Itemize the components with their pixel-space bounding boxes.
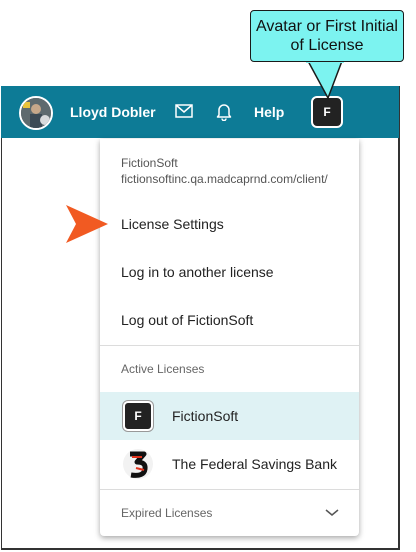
expired-licenses-label: Expired Licenses: [121, 506, 213, 520]
mail-icon[interactable]: [175, 103, 193, 119]
user-name[interactable]: Lloyd Dobler: [70, 104, 156, 120]
callout-box: Avatar or First Initial of License: [250, 10, 404, 62]
help-link[interactable]: Help: [254, 104, 284, 120]
federal-savings-logo-icon: [123, 449, 153, 479]
frame-border-right: [398, 86, 400, 549]
callout-line-2: of License: [290, 37, 364, 54]
license-name: FictionSoft: [172, 408, 239, 424]
license-row-fictionsoft[interactable]: F FictionSoft: [100, 392, 359, 440]
license-row-federal-savings[interactable]: The Federal Savings Bank: [100, 440, 359, 488]
callout-line-1: Avatar or First Initial: [256, 18, 398, 35]
license-initial-badge: F: [123, 401, 153, 431]
expired-licenses-toggle[interactable]: Expired Licenses: [100, 490, 359, 536]
frame-border-bottom: [1, 548, 400, 550]
active-licenses-label: Active Licenses: [121, 362, 205, 376]
pointer-arrow-icon: [66, 205, 108, 243]
chevron-down-icon: [325, 509, 339, 516]
org-url: fictionsoftinc.qa.madcaprnd.com/client/: [121, 172, 328, 186]
logout-item[interactable]: Log out of FictionSoft: [121, 312, 253, 328]
license-dropdown-menu: FictionSoft fictionsoftinc.qa.madcaprnd.…: [100, 139, 359, 536]
callout-tail: [306, 60, 344, 100]
avatar[interactable]: [19, 96, 53, 130]
org-name: FictionSoft: [121, 156, 178, 170]
license-settings-item[interactable]: License Settings: [121, 216, 224, 232]
license-name: The Federal Savings Bank: [172, 456, 337, 472]
avatar-photo-icon: [21, 98, 51, 128]
bell-icon[interactable]: [216, 103, 232, 121]
divider: [100, 345, 359, 346]
login-another-license-item[interactable]: Log in to another license: [121, 264, 274, 280]
